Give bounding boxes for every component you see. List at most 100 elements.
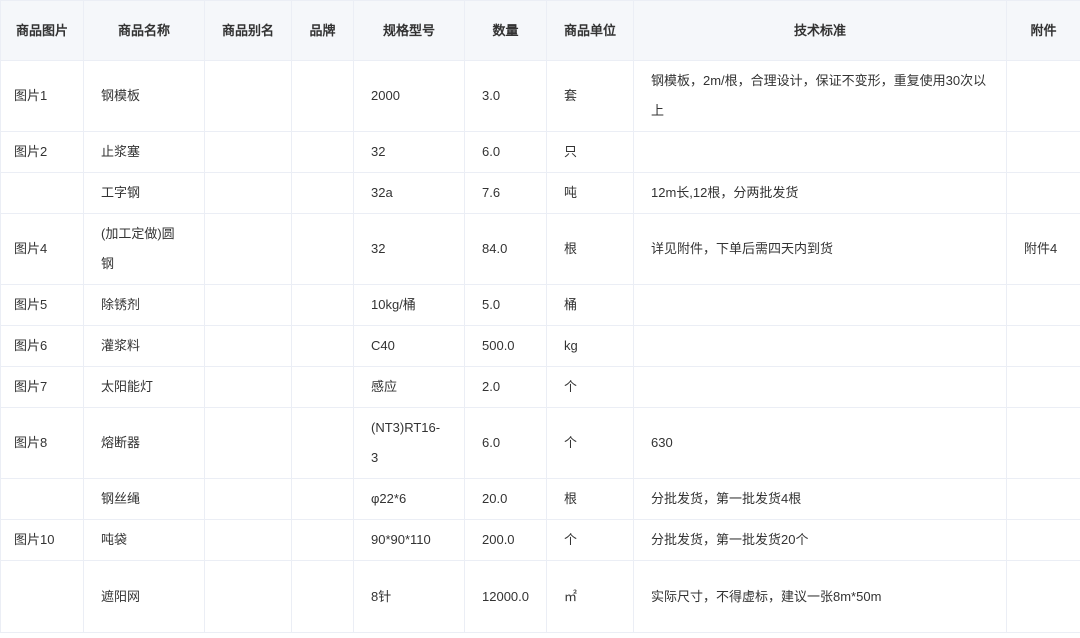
- cell-qty: 500.0: [464, 325, 547, 367]
- cell-image-link[interactable]: 图片1: [0, 60, 84, 132]
- cell-alias: [204, 366, 292, 408]
- cell-unit: 个: [546, 366, 634, 408]
- cell-spec: 90*90*110: [353, 519, 465, 561]
- cell-standard: [633, 325, 1007, 367]
- cell-brand: [291, 366, 354, 408]
- cell-attachment: [1006, 478, 1080, 520]
- cell-brand: [291, 325, 354, 367]
- cell-image-link[interactable]: 图片10: [0, 519, 84, 561]
- cell-spec: φ22*6: [353, 478, 465, 520]
- cell-unit: 根: [546, 213, 634, 285]
- cell-attachment-link[interactable]: 附件4: [1006, 213, 1080, 285]
- table-row: 图片2 止浆塞 32 6.0 只: [0, 131, 1080, 173]
- cell-brand: [291, 213, 354, 285]
- cell-attachment: [1006, 366, 1080, 408]
- cell-image-link[interactable]: 图片5: [0, 284, 84, 326]
- table-row: 图片7 太阳能灯 感应 2.0 个: [0, 366, 1080, 408]
- cell-alias: [204, 478, 292, 520]
- cell-brand: [291, 284, 354, 326]
- cell-name: 除锈剂: [83, 284, 205, 326]
- cell-alias: [204, 172, 292, 214]
- cell-qty: 12000.0: [464, 560, 547, 633]
- cell-alias: [204, 407, 292, 479]
- cell-attachment: [1006, 325, 1080, 367]
- cell-name: 止浆塞: [83, 131, 205, 173]
- cell-qty: 3.0: [464, 60, 547, 132]
- cell-spec: 32: [353, 213, 465, 285]
- cell-attachment: [1006, 407, 1080, 479]
- cell-spec: C40: [353, 325, 465, 367]
- header-standard: 技术标准: [633, 0, 1007, 61]
- cell-brand: [291, 172, 354, 214]
- header-row: 商品图片 商品名称 商品别名 品牌 规格型号 数量 商品单位 技术标准 附件: [0, 0, 1080, 61]
- cell-qty: 6.0: [464, 131, 547, 173]
- cell-alias: [204, 213, 292, 285]
- table-body: 图片1 钢模板 2000 3.0 套 钢模板，2m/根，合理设计，保证不变形，重…: [0, 60, 1080, 633]
- cell-spec: 32a: [353, 172, 465, 214]
- header-spec: 规格型号: [353, 0, 465, 61]
- cell-standard: [633, 284, 1007, 326]
- cell-standard: 分批发货，第一批发货20个: [633, 519, 1007, 561]
- table-row: 图片4 (加工定做)圆钢 32 84.0 根 详见附件，下单后需四天内到货 附件…: [0, 213, 1080, 285]
- cell-image-link[interactable]: [0, 560, 84, 633]
- cell-alias: [204, 560, 292, 633]
- cell-unit: 个: [546, 519, 634, 561]
- table-row: 遮阳网 8针 12000.0 ㎡ 实际尺寸，不得虚标，建议一张8m*50m: [0, 560, 1080, 633]
- header-name: 商品名称: [83, 0, 205, 61]
- table-row: 图片5 除锈剂 10kg/桶 5.0 桶: [0, 284, 1080, 326]
- cell-spec: 2000: [353, 60, 465, 132]
- cell-alias: [204, 519, 292, 561]
- cell-unit: 吨: [546, 172, 634, 214]
- table-row: 图片8 熔断器 (NT3)RT16-3 6.0 个 630: [0, 407, 1080, 479]
- cell-standard: [633, 366, 1007, 408]
- table-row: 图片1 钢模板 2000 3.0 套 钢模板，2m/根，合理设计，保证不变形，重…: [0, 60, 1080, 132]
- cell-name: 灌浆料: [83, 325, 205, 367]
- cell-name: 熔断器: [83, 407, 205, 479]
- cell-standard: 钢模板，2m/根，合理设计，保证不变形，重复使用30次以上: [633, 60, 1007, 132]
- header-unit: 商品单位: [546, 0, 634, 61]
- cell-brand: [291, 560, 354, 633]
- cell-alias: [204, 131, 292, 173]
- header-image: 商品图片: [0, 0, 84, 61]
- cell-unit: 只: [546, 131, 634, 173]
- cell-image-link[interactable]: [0, 478, 84, 520]
- table-row: 图片10 吨袋 90*90*110 200.0 个 分批发货，第一批发货20个: [0, 519, 1080, 561]
- cell-image-link[interactable]: 图片7: [0, 366, 84, 408]
- cell-unit: 根: [546, 478, 634, 520]
- cell-brand: [291, 131, 354, 173]
- header-brand: 品牌: [291, 0, 354, 61]
- cell-spec: (NT3)RT16-3: [353, 407, 465, 479]
- cell-name: 钢丝绳: [83, 478, 205, 520]
- cell-spec: 10kg/桶: [353, 284, 465, 326]
- cell-standard: 12m长,12根，分两批发货: [633, 172, 1007, 214]
- header-alias: 商品别名: [204, 0, 292, 61]
- cell-image-link[interactable]: 图片2: [0, 131, 84, 173]
- cell-alias: [204, 60, 292, 132]
- cell-brand: [291, 519, 354, 561]
- cell-spec: 8针: [353, 560, 465, 633]
- table-row: 工字钢 32a 7.6 吨 12m长,12根，分两批发货: [0, 172, 1080, 214]
- cell-image-link[interactable]: 图片8: [0, 407, 84, 479]
- cell-name: 太阳能灯: [83, 366, 205, 408]
- table-row: 图片6 灌浆料 C40 500.0 kg: [0, 325, 1080, 367]
- cell-standard: 分批发货，第一批发货4根: [633, 478, 1007, 520]
- cell-image-link[interactable]: 图片6: [0, 325, 84, 367]
- cell-unit: 个: [546, 407, 634, 479]
- header-qty: 数量: [464, 0, 547, 61]
- header-attachment: 附件: [1006, 0, 1080, 61]
- cell-brand: [291, 407, 354, 479]
- cell-qty: 2.0: [464, 366, 547, 408]
- cell-standard: 详见附件，下单后需四天内到货: [633, 213, 1007, 285]
- cell-qty: 7.6: [464, 172, 547, 214]
- cell-image-link[interactable]: [0, 172, 84, 214]
- cell-unit: kg: [546, 325, 634, 367]
- cell-name: 钢模板: [83, 60, 205, 132]
- cell-name: 遮阳网: [83, 560, 205, 633]
- cell-standard: 实际尺寸，不得虚标，建议一张8m*50m: [633, 560, 1007, 633]
- cell-standard: 630: [633, 407, 1007, 479]
- cell-image-link[interactable]: 图片4: [0, 213, 84, 285]
- cell-unit: 桶: [546, 284, 634, 326]
- cell-spec: 32: [353, 131, 465, 173]
- cell-attachment: [1006, 131, 1080, 173]
- cell-alias: [204, 325, 292, 367]
